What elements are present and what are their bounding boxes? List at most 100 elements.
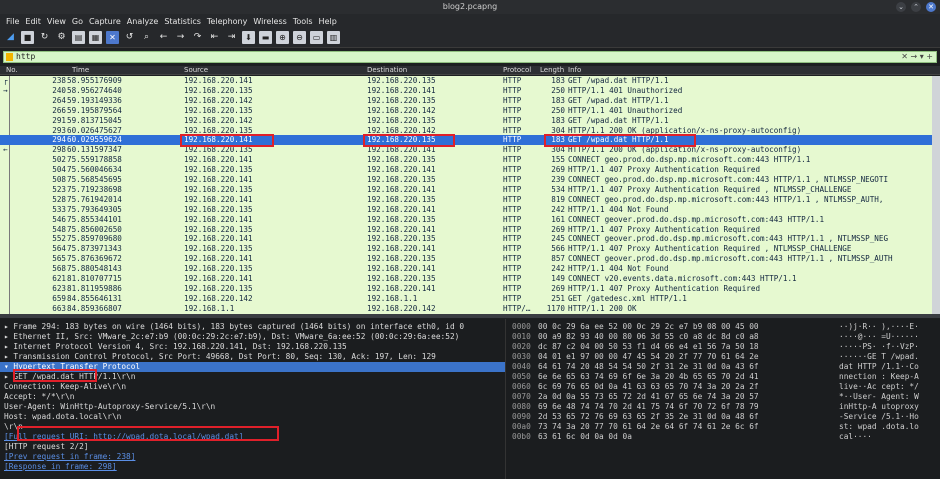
packet-row[interactable]: 504 75.560046634 192.168.220.135 192.168.22…	[0, 165, 940, 175]
zoom-out-icon[interactable]: ⊖	[293, 31, 306, 44]
http-field[interactable]: Connection: Keep-Alive\r\n	[0, 382, 505, 392]
http-field[interactable]: Host: wpad.dota.local\r\n	[0, 412, 505, 422]
packet-row[interactable]: ┌ 238 58.955176909 192.168.220.141 192.168.2…	[0, 76, 940, 86]
column-time[interactable]: Time	[72, 66, 89, 74]
hex-row[interactable]: 0040 64 61 74 20 48 54 54 50 2f 31 2e 31 …	[506, 362, 940, 372]
packet-row[interactable]: 548 75.856002650 192.168.220.135 192.168.22…	[0, 225, 940, 235]
packet-row[interactable]: 266 59.195879564 192.168.220.135 192.168.22…	[0, 106, 940, 116]
menu-analyze[interactable]: Analyze	[127, 17, 159, 26]
cell-source: 192.168.220.141	[184, 76, 253, 85]
column-info[interactable]: Info	[568, 66, 581, 74]
close-file-icon[interactable]: ✕	[106, 31, 119, 44]
hex-row[interactable]: 0070 2a 0d 0a 55 73 65 72 2d 41 67 65 6e …	[506, 392, 940, 402]
packet-row[interactable]: ← 298 60.131597347 192.168.220.135 192.168.2…	[0, 145, 940, 155]
hex-row[interactable]: 0010 00 a9 82 93 40 00 80 06 3d 55 c0 a8 …	[506, 332, 940, 342]
hex-row[interactable]: 0080 69 6e 48 74 74 70 2d 41 75 74 6f 70 …	[506, 402, 940, 412]
cell-length: 250	[551, 85, 565, 95]
display-filter-input[interactable]: http	[16, 52, 35, 62]
last-packet-icon[interactable]: ⇥	[225, 31, 238, 44]
packet-list-scrollbar[interactable]	[932, 76, 940, 314]
hex-ascii: *··User- Agent: W	[839, 392, 919, 401]
http-field[interactable]: User-Agent: WinHttp-Autoproxy-Service/5.…	[0, 402, 505, 412]
hex-row[interactable]: 00a0 73 74 3a 20 77 70 61 64 2e 64 6f 74 …	[506, 422, 940, 432]
close-window-icon[interactable]: ✕	[926, 2, 936, 12]
menu-go[interactable]: Go	[72, 17, 83, 26]
bookmark-icon[interactable]	[6, 53, 13, 61]
packet-row[interactable]: 565 75.876369672 192.168.220.141 192.168.22…	[0, 254, 940, 264]
http-field[interactable]: [Prev request in frame: 238]	[0, 452, 505, 462]
menu-tools[interactable]: Tools	[293, 17, 313, 26]
column-destination[interactable]: Destination	[367, 66, 407, 74]
packet-row[interactable]: 621 81.810707715 192.168.220.141 192.168.22…	[0, 274, 940, 284]
hex-row[interactable]: 0050 6e 6e 65 63 74 69 6f 6e 3a 20 4b 65 …	[506, 372, 940, 382]
hex-row[interactable]: 0030 04 01 e1 97 00 00 47 45 54 20 2f 77 …	[506, 352, 940, 362]
protocol-tree-node[interactable]: ▸ Frame 294: 183 bytes on wire (1464 bit…	[0, 322, 505, 332]
menu-view[interactable]: View	[47, 17, 66, 26]
back-icon[interactable]: ←	[157, 31, 170, 44]
maximize-icon[interactable]: ⌃	[911, 2, 921, 12]
packet-row[interactable]: 293 60.026475627 192.168.220.135 192.168.22…	[0, 126, 940, 136]
resize-columns-icon[interactable]: ▥	[327, 31, 340, 44]
packet-row[interactable]: 502 75.559178858 192.168.220.141 192.168.22…	[0, 155, 940, 165]
pane-splitter[interactable]	[0, 314, 940, 318]
autoscroll-icon[interactable]: ⬇	[242, 31, 255, 44]
save-file-icon[interactable]: ▦	[89, 31, 102, 44]
column-no[interactable]: No.	[6, 66, 18, 74]
packet-row[interactable]: 533 75.793649305 192.168.220.135 192.168.22…	[0, 205, 940, 215]
hex-row[interactable]: 00b0 63 61 6c 0d 0a 0d 0a cal····	[506, 432, 940, 442]
packet-row[interactable]: 508 75.568545695 192.168.220.141 192.168.22…	[0, 175, 940, 185]
menu-telephony[interactable]: Telephony	[207, 17, 247, 26]
shark-fin-icon[interactable]: ◢	[4, 31, 17, 44]
packet-row[interactable]: 264 59.193149336 192.168.220.142 192.168.22…	[0, 96, 940, 106]
hex-row[interactable]: 0020 dc 87 c2 04 00 50 53 f1 d4 66 e4 e1 …	[506, 342, 940, 352]
packet-row[interactable]: 623 81.811959886 192.168.220.135 192.168.22…	[0, 284, 940, 294]
packet-row[interactable]: 659 84.855646131 192.168.220.142 192.168.1.…	[0, 294, 940, 304]
colorize-icon[interactable]: ▬	[259, 31, 272, 44]
protocol-tree-node[interactable]: ▸ Ethernet II, Src: VMware_2c:e7:b9 (00:…	[0, 332, 505, 342]
menu-edit[interactable]: Edit	[25, 17, 41, 26]
packet-row[interactable]: 568 75.880548143 192.168.220.135 192.168.22…	[0, 264, 940, 274]
menu-capture[interactable]: Capture	[89, 17, 121, 26]
menu-wireless[interactable]: Wireless	[253, 17, 286, 26]
cell-length: 251	[551, 293, 565, 303]
cell-no: 523	[52, 184, 66, 194]
normal-size-icon[interactable]: ▭	[310, 31, 323, 44]
protocol-tree-node[interactable]: ▸ Internet Protocol Version 4, Src: 192.…	[0, 342, 505, 352]
options-icon[interactable]: ⚙	[55, 31, 68, 44]
http-field[interactable]: Accept: */*\r\n	[0, 392, 505, 402]
minimize-icon[interactable]: ⌄	[896, 2, 906, 12]
column-source[interactable]: Source	[184, 66, 208, 74]
first-packet-icon[interactable]: ⇤	[208, 31, 221, 44]
hex-row[interactable]: 0090 2d 53 65 72 76 69 63 65 2f 35 2e 31 …	[506, 412, 940, 422]
filter-actions[interactable]: ✕ → ▾ +	[901, 52, 933, 62]
packet-row[interactable]: → 240 58.956274640 192.168.220.135 192.168.2…	[0, 86, 940, 96]
http-field[interactable]: [HTTP request 2/2]	[0, 442, 505, 452]
column-protocol[interactable]: Protocol	[503, 66, 531, 74]
packet-row[interactable]: 564 75.873971343 192.168.220.135 192.168.22…	[0, 244, 940, 254]
packet-row[interactable]: 528 75.761942014 192.168.220.141 192.168.22…	[0, 195, 940, 205]
column-length[interactable]: Length	[540, 66, 564, 74]
http-field[interactable]: [Response in frame: 298]	[0, 462, 505, 472]
find-icon[interactable]: ⌕	[140, 31, 153, 44]
hex-row[interactable]: 0060 6c 69 76 65 0d 0a 41 63 63 65 70 74 …	[506, 382, 940, 392]
packet-row[interactable]: 523 75.719238698 192.168.220.135 192.168.22…	[0, 185, 940, 195]
protocol-tree-node[interactable]: ▸ Transmission Control Protocol, Src Por…	[0, 352, 505, 362]
packet-row[interactable]: 546 75.855344101 192.168.220.141 192.168.22…	[0, 215, 940, 225]
hex-row[interactable]: 0000 00 0c 29 6a ee 52 00 0c 29 2c e7 b9 …	[506, 322, 940, 332]
menu-help[interactable]: Help	[319, 17, 337, 26]
packet-row[interactable]: 294 60.029559624 192.168.220.141 192.168.22…	[0, 135, 940, 146]
packet-row[interactable]: 663 84.859366807 192.168.1.1 192.168.220.14…	[0, 304, 940, 314]
open-file-icon[interactable]: ▤	[72, 31, 85, 44]
restart-icon[interactable]: ↻	[38, 31, 51, 44]
zoom-in-icon[interactable]: ⊕	[276, 31, 289, 44]
forward-icon[interactable]: →	[174, 31, 187, 44]
go-to-packet-icon[interactable]: ↷	[191, 31, 204, 44]
menu-statistics[interactable]: Statistics	[164, 17, 201, 26]
cell-source: 192.168.220.142	[184, 293, 253, 303]
packet-row[interactable]: 291 59.813715045 192.168.220.142 192.168.22…	[0, 116, 940, 126]
display-filter-bar[interactable]: http ✕ → ▾ +	[3, 51, 937, 63]
reload-icon[interactable]: ↺	[123, 31, 136, 44]
stop-icon[interactable]: ■	[21, 31, 34, 44]
packet-row[interactable]: 552 75.859709680 192.168.220.141 192.168.22…	[0, 234, 940, 244]
menu-file[interactable]: File	[6, 17, 19, 26]
